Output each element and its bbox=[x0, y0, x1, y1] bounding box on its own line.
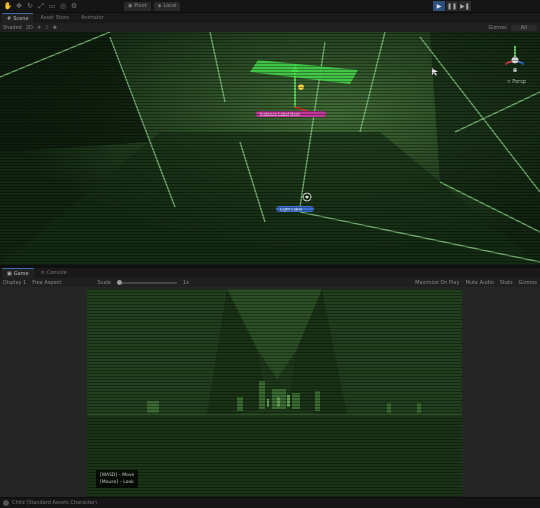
step-icon[interactable]: ▶❚ bbox=[459, 1, 471, 11]
move-tool-icon[interactable]: ✥ bbox=[15, 2, 23, 10]
orientation-gizmo-icon[interactable] bbox=[500, 40, 530, 84]
tab-asset-store[interactable]: Asset Store bbox=[35, 13, 73, 23]
scene-toolbar: Shaded 2D ☀ ♪ ❖ Gizmos All bbox=[0, 23, 540, 32]
pivot-label: Pivot bbox=[134, 3, 147, 9]
scene-render bbox=[0, 32, 540, 265]
shading-dropdown[interactable]: Shaded bbox=[3, 25, 22, 31]
console-tab-icon: ≡ bbox=[40, 270, 45, 276]
pause-icon[interactable]: ❚❚ bbox=[446, 1, 458, 11]
pink-object-label[interactable]: Instance Label Here bbox=[256, 111, 326, 117]
tab-game-label: Game bbox=[13, 270, 29, 277]
status-message[interactable]: Child (Standard Assets Character) bbox=[12, 500, 97, 506]
status-bar: Child (Standard Assets Character) bbox=[0, 497, 540, 508]
effects-icon[interactable]: ❖ bbox=[53, 25, 57, 31]
mute-toggle[interactable]: Mute Audio bbox=[465, 280, 493, 286]
scene-tab-icon: # bbox=[7, 15, 12, 22]
legend-row: [WASD] – Move bbox=[100, 472, 134, 479]
scene-tab-bar: # Scene Asset Store Animator bbox=[0, 13, 540, 23]
lighting-icon[interactable]: ☀ bbox=[37, 25, 41, 31]
scene-search-input[interactable]: All bbox=[510, 24, 537, 31]
game-tab-bar: ▣ Game ≡ Console bbox=[0, 268, 540, 278]
rotate-tool-icon[interactable]: ↻ bbox=[26, 2, 34, 10]
tab-animator-label: Animator bbox=[80, 15, 104, 21]
game-tab-icon: ▣ bbox=[7, 270, 12, 277]
scale-slider[interactable] bbox=[116, 279, 177, 285]
tab-scene-label: Scene bbox=[13, 15, 29, 22]
blue-object-label[interactable]: Light Label bbox=[276, 206, 314, 212]
pivot-toggle[interactable]: ◉ Pivot bbox=[124, 1, 151, 11]
maximize-toggle[interactable]: Maximize On Play bbox=[415, 280, 459, 286]
tab-console[interactable]: ≡ Console bbox=[36, 268, 72, 278]
scale-label: Scale bbox=[97, 279, 111, 286]
main-toolbar: ✋ ✥ ↻ ⤢ ▭ ◎ ⚙ ◉ Pivot ◈ Local ▶ ❚❚ ▶❚ bbox=[0, 0, 540, 13]
game-gizmos-dropdown[interactable]: Gizmos bbox=[519, 280, 537, 286]
legend-action: Look bbox=[123, 480, 134, 485]
game-toolbar: Display 1 Free Aspect Scale 1x Maximize … bbox=[0, 278, 540, 287]
stats-toggle[interactable]: Stats bbox=[500, 280, 513, 286]
play-controls: ▶ ❚❚ ▶❚ bbox=[433, 1, 471, 11]
local-label: Local bbox=[163, 3, 177, 9]
rect-tool-icon[interactable]: ▭ bbox=[48, 2, 56, 10]
tab-animator[interactable]: Animator bbox=[76, 13, 109, 23]
audio-icon[interactable]: ♪ bbox=[45, 25, 48, 31]
legend-row: [Mouse] – Look bbox=[100, 479, 134, 486]
game-render bbox=[87, 289, 462, 497]
tab-scene[interactable]: # Scene bbox=[2, 13, 34, 23]
tab-console-label: Console bbox=[46, 270, 67, 276]
scale-slider-handle[interactable] bbox=[116, 279, 122, 285]
game-view[interactable]: [WASD] – Move [Mouse] – Look bbox=[87, 289, 462, 497]
gizmos-dropdown[interactable]: Gizmos bbox=[488, 25, 506, 31]
scene-view[interactable]: Instance Label Here Light Label < Persp bbox=[0, 32, 540, 265]
scale-tool-icon[interactable]: ⤢ bbox=[37, 2, 45, 10]
tab-asset-store-label: Asset Store bbox=[40, 15, 69, 21]
legend-key: [WASD] bbox=[100, 473, 118, 478]
hand-tool-icon[interactable]: ✋ bbox=[4, 2, 13, 10]
persp-label[interactable]: < Persp bbox=[506, 79, 526, 85]
play-icon[interactable]: ▶ bbox=[433, 1, 445, 11]
resolution-dropdown[interactable]: Free Aspect bbox=[32, 280, 61, 286]
mode-2d-toggle[interactable]: 2D bbox=[26, 25, 33, 31]
transform-tool-icon[interactable]: ◎ bbox=[59, 2, 67, 10]
local-toggle[interactable]: ◈ Local bbox=[153, 1, 181, 11]
tab-game[interactable]: ▣ Game bbox=[2, 268, 34, 278]
display-dropdown[interactable]: Display 1 bbox=[3, 280, 26, 286]
legend-action: Move bbox=[122, 473, 135, 478]
scale-value: 1x bbox=[182, 279, 189, 286]
custom-tool-icon[interactable]: ⚙ bbox=[70, 2, 78, 10]
controls-legend: [WASD] – Move [Mouse] – Look bbox=[96, 470, 139, 488]
legend-key: [Mouse] bbox=[100, 480, 119, 485]
status-icon[interactable] bbox=[3, 500, 9, 506]
